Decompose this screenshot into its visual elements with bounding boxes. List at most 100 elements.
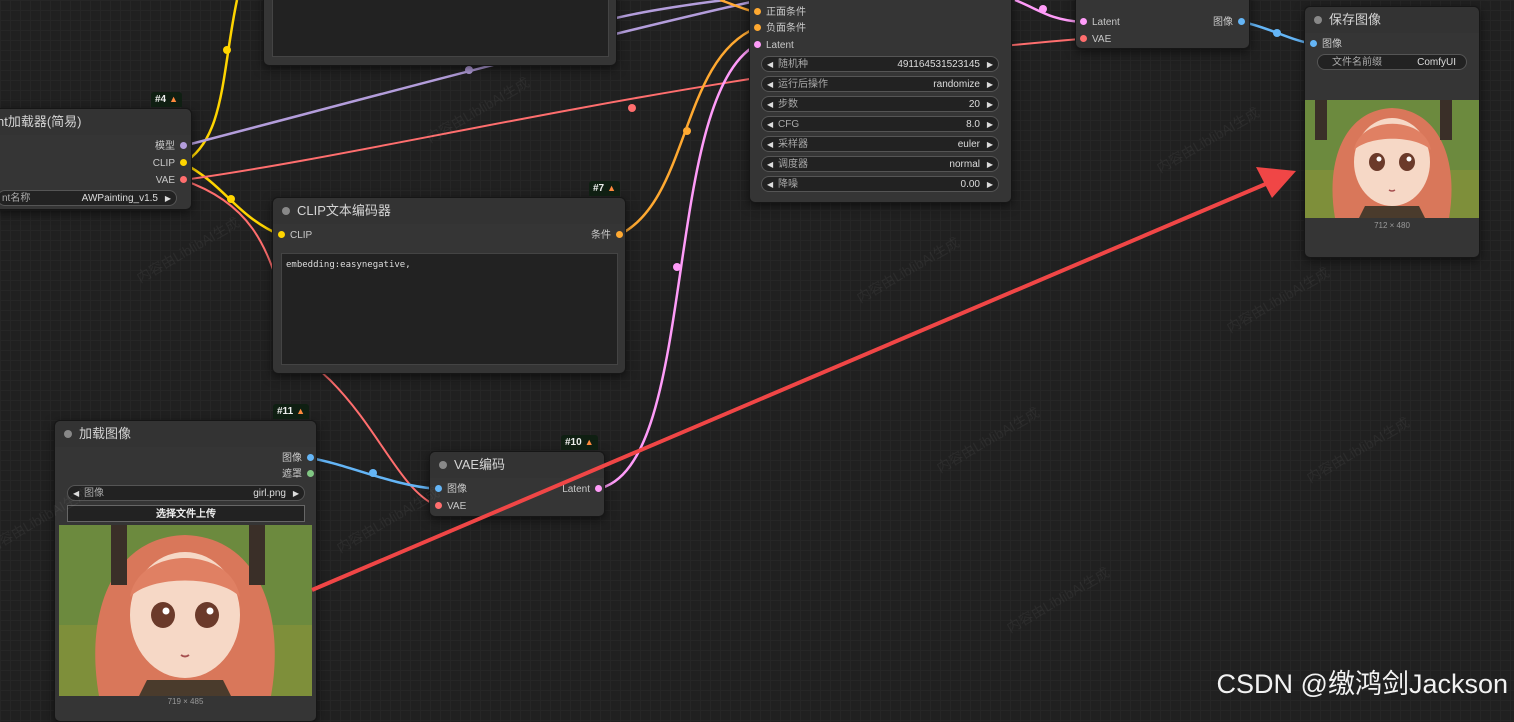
node-id-badge: #10 ▲ [561, 435, 598, 450]
widget-value: 20 [968, 99, 980, 110]
node-title[interactable]: nt加载器(简易) [0, 109, 191, 135]
input-slot-positive[interactable]: 正面条件 [754, 6, 806, 20]
node-title-text: nt加载器(简易) [0, 114, 82, 129]
upload-file-button[interactable]: 选择文件上传 [67, 505, 305, 522]
cfg-widget[interactable]: ◀ CFG 8.0 ▶ [761, 116, 999, 132]
input-slot-latent[interactable]: Latent [754, 39, 794, 53]
widget-label: 随机种 [778, 59, 808, 70]
vae-decode-node[interactable]: Latent VAE 图像 [1075, 0, 1250, 49]
slot-dot [307, 469, 314, 477]
positive-prompt-node[interactable] [263, 0, 617, 66]
slot-dot [1080, 34, 1087, 42]
input-slot-vae[interactable]: VAE [1080, 33, 1111, 47]
slot-label: Latent [562, 484, 590, 495]
image-dimensions: 712 × 480 [1374, 221, 1410, 230]
slot-label: 模型 [155, 141, 175, 152]
vae-wire-decode-dot [628, 104, 636, 112]
scheduler-widget[interactable]: ◀ 调度器 normal ▶ [761, 156, 999, 172]
sampler-name-widget[interactable]: ◀ 采样器 euler ▶ [761, 136, 999, 152]
prev-arrow-icon[interactable]: ◀ [767, 57, 773, 73]
collapse-dot[interactable] [64, 430, 72, 438]
next-arrow-icon[interactable]: ▶ [987, 177, 993, 193]
input-slot-latent[interactable]: Latent [1080, 16, 1120, 30]
next-arrow-icon[interactable]: ▶ [987, 137, 993, 153]
save-image-node[interactable]: 保存图像 图像 文件名前缀 ComfyUI 712 × 480 [1304, 6, 1480, 258]
latent-wire-decode-dot [1039, 5, 1047, 13]
input-slot-image[interactable]: 图像 [1310, 38, 1342, 52]
widget-label: 降噪 [778, 179, 798, 190]
prev-arrow-icon[interactable]: ◀ [767, 97, 773, 113]
filename-prefix-widget[interactable]: 文件名前缀 ComfyUI [1317, 54, 1467, 70]
node-id: #7 [593, 183, 605, 194]
input-slot-vae[interactable]: VAE [435, 500, 466, 514]
next-arrow-icon[interactable]: ▶ [987, 57, 993, 73]
output-slot-model[interactable]: 模型 [155, 140, 187, 154]
output-slot-clip[interactable]: CLIP [153, 157, 187, 171]
next-arrow-icon[interactable]: ▶ [293, 486, 299, 502]
node-title[interactable]: 加载图像 [55, 421, 316, 447]
next-arrow-icon[interactable]: ▶ [987, 157, 993, 173]
ckpt-name-widget[interactable]: nt名称 AWPainting_v1.5 ▶ [0, 190, 177, 206]
checkpoint-loader-node[interactable]: nt加载器(简易) 模型 CLIP VAE nt名称 AWPainting_v1… [0, 108, 192, 210]
image-select-widget[interactable]: ◀ 图像 girl.png ▶ [67, 485, 305, 501]
node-id: #10 [565, 437, 582, 448]
prompt-textarea[interactable] [272, 0, 609, 57]
vae-encode-node[interactable]: VAE编码 图像 VAE Latent [429, 451, 605, 517]
node-title-text: 保存图像 [1329, 12, 1382, 27]
slot-dot [595, 484, 602, 492]
next-arrow-icon[interactable]: ▶ [987, 117, 993, 133]
slot-dot [754, 40, 761, 48]
output-slot-image[interactable]: 图像 [1213, 16, 1245, 30]
prev-arrow-icon[interactable]: ◀ [767, 137, 773, 153]
denoise-widget[interactable]: ◀ 降噪 0.00 ▶ [761, 176, 999, 192]
widget-value: AWPainting_v1.5 [81, 193, 158, 204]
next-arrow-icon[interactable]: ▶ [987, 97, 993, 113]
collapse-dot[interactable] [1314, 16, 1322, 24]
steps-widget[interactable]: ◀ 步数 20 ▶ [761, 96, 999, 112]
collapse-dot[interactable] [439, 461, 447, 469]
model-wire-dot [465, 66, 473, 74]
output-slot-image[interactable]: 图像 [282, 452, 314, 466]
next-arrow-icon[interactable]: ▶ [165, 191, 171, 207]
prompt-textarea[interactable]: embedding:easynegative, [281, 253, 618, 365]
node-id: #11 [277, 406, 294, 417]
ksampler-node[interactable]: 正面条件 负面条件 Latent ◀ 随机种 491164531523145 ▶ ◀ 运… [749, 0, 1012, 203]
prev-arrow-icon[interactable]: ◀ [73, 486, 79, 502]
control-after-generate-widget[interactable]: ◀ 运行后操作 randomize ▶ [761, 76, 999, 92]
node-title[interactable]: CLIP文本编码器 [273, 198, 625, 224]
slot-label: 图像 [282, 453, 302, 464]
node-title-text: 加载图像 [79, 426, 132, 441]
slot-dot [1238, 17, 1245, 25]
input-slot-clip[interactable]: CLIP [278, 229, 312, 243]
prev-arrow-icon[interactable]: ◀ [767, 157, 773, 173]
slot-dot [1310, 39, 1317, 47]
input-slot-negative[interactable]: 负面条件 [754, 22, 806, 36]
clip-text-encoder-node[interactable]: CLIP文本编码器 CLIP 条件 embedding:easynegative… [272, 197, 626, 374]
slot-dot [1080, 17, 1087, 25]
slot-dot [435, 484, 442, 492]
seed-widget[interactable]: ◀ 随机种 491164531523145 ▶ [761, 56, 999, 72]
node-title[interactable]: VAE编码 [430, 452, 604, 478]
load-image-node[interactable]: 加载图像 图像 遮罩 ◀ 图像 girl.png ▶ 选择文件上传 719 × 485 [54, 420, 317, 722]
slot-dot [180, 141, 187, 149]
prev-arrow-icon[interactable]: ◀ [767, 177, 773, 193]
slot-label: VAE [155, 175, 175, 186]
widget-label: 图像 [84, 488, 104, 499]
collapse-dot[interactable] [282, 207, 290, 215]
slot-dot [754, 7, 761, 15]
conditioning-wire-dot [683, 127, 691, 135]
latent-wire-dot [673, 263, 681, 271]
output-slot-conditioning[interactable]: 条件 [591, 229, 623, 243]
prev-arrow-icon[interactable]: ◀ [767, 77, 773, 93]
widget-value: randomize [933, 79, 980, 90]
node-id-badge: #7 ▲ [589, 181, 621, 196]
slot-label: CLIP [290, 230, 313, 241]
node-title[interactable]: 保存图像 [1305, 7, 1479, 33]
output-slot-vae[interactable]: VAE [156, 174, 187, 188]
widget-value: normal [949, 159, 980, 170]
output-slot-mask[interactable]: 遮罩 [282, 468, 314, 482]
next-arrow-icon[interactable]: ▶ [987, 77, 993, 93]
prev-arrow-icon[interactable]: ◀ [767, 117, 773, 133]
output-slot-latent[interactable]: Latent [562, 483, 602, 497]
input-slot-image[interactable]: 图像 [435, 483, 467, 497]
